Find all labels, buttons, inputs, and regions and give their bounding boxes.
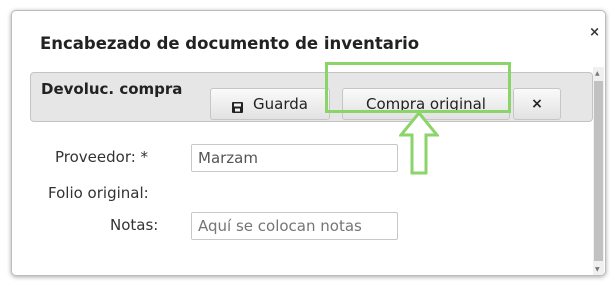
document-toolbar: Devoluc. compra Guarda Compra original ×	[30, 72, 593, 122]
original-purchase-label: Compra original	[366, 95, 486, 113]
close-icon: ×	[531, 96, 543, 112]
dialog-close-icon[interactable]: ×	[589, 25, 600, 40]
scroll-down-icon[interactable]: ▼	[595, 266, 600, 273]
save-button[interactable]: Guarda	[210, 88, 330, 120]
dialog-titlebar: Encabezado de documento de inventario ×	[12, 11, 605, 67]
floppy-disk-icon	[232, 99, 244, 113]
scroll-thumb[interactable]	[594, 81, 603, 261]
dialog-title: Encabezado de documento de inventario	[40, 34, 420, 53]
save-button-label: Guarda	[253, 95, 308, 113]
document-type-label: Devoluc. compra	[41, 80, 183, 98]
original-purchase-button[interactable]: Compra original	[342, 88, 510, 120]
inventory-header-dialog: Encabezado de documento de inventario × …	[11, 10, 606, 276]
notes-input[interactable]	[191, 212, 398, 240]
notes-label: Notas:	[110, 216, 159, 234]
scroll-up-icon[interactable]: ▲	[595, 70, 600, 77]
original-folio-label: Folio original:	[48, 184, 149, 202]
toolbar-close-button[interactable]: ×	[513, 88, 561, 120]
supplier-input[interactable]	[191, 144, 398, 172]
dialog-content: Devoluc. compra Guarda Compra original ×	[12, 67, 595, 275]
dialog-scrollbar[interactable]: ▲ ▼	[593, 67, 604, 275]
supplier-label: Proveedor: *	[55, 148, 149, 166]
